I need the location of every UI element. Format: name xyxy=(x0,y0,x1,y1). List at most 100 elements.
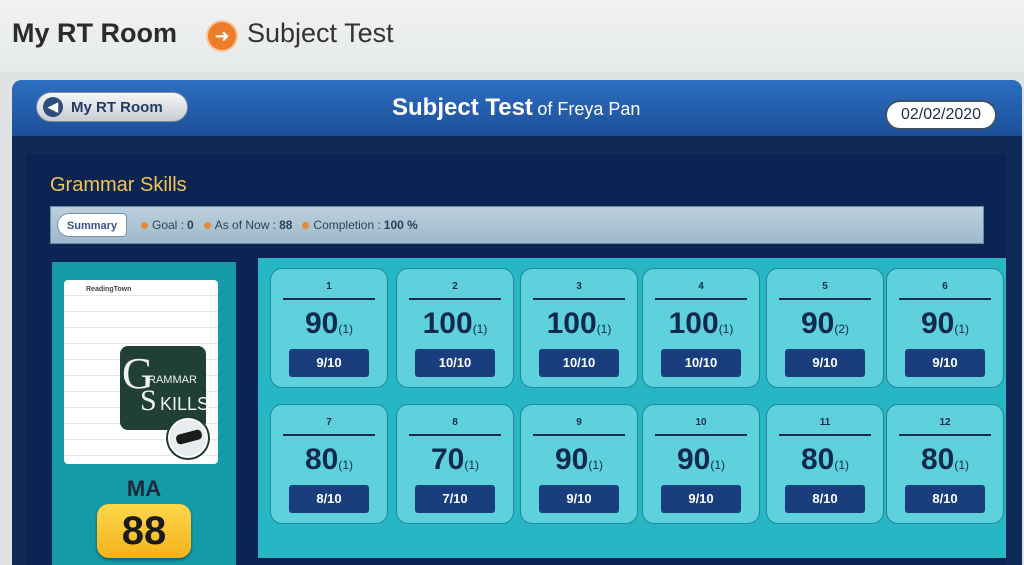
divider xyxy=(655,298,747,300)
skill-card: ReadingTown G RAMMAR S KILLS xyxy=(64,280,218,464)
test-number: 4 xyxy=(698,281,704,292)
logo-line2: KILLS xyxy=(160,394,210,414)
test-number: 6 xyxy=(942,281,948,292)
divider xyxy=(655,434,747,436)
score-value: 90 xyxy=(554,443,589,476)
test-number: 7 xyxy=(326,417,332,428)
test-score: 100(1) xyxy=(521,307,637,341)
skill-panel: ReadingTown G RAMMAR S KILLS MA 88 xyxy=(52,262,236,565)
score-value: 90 xyxy=(800,307,835,340)
user-initials: MA xyxy=(126,476,162,501)
divider xyxy=(899,434,991,436)
correct-fraction-button[interactable]: 9/10 xyxy=(785,349,865,377)
content-area: Grammar Skills Summary Goal : 0 As of No… xyxy=(26,154,1006,565)
test-tile[interactable]: 6 90(1) 9/10 xyxy=(886,268,1004,388)
overall-score-badge: 88 xyxy=(97,504,191,558)
test-score: 90(1) xyxy=(271,307,387,341)
breadcrumb-root[interactable]: My RT Room xyxy=(12,18,177,49)
bullet-icon xyxy=(302,221,310,229)
attempt-count: (1) xyxy=(710,458,726,472)
as-of-now-label: As of Now : xyxy=(214,218,277,232)
arrow-left-icon: ◀ xyxy=(43,97,63,117)
chevron-right-icon: ➜ xyxy=(208,22,236,50)
correct-fraction-button[interactable]: 10/10 xyxy=(415,349,495,377)
test-score: 90(1) xyxy=(887,307,1003,341)
test-score: 90(1) xyxy=(521,443,637,477)
correct-fraction-button[interactable]: 8/10 xyxy=(905,485,985,513)
divider xyxy=(533,434,625,436)
correct-fraction-button[interactable]: 9/10 xyxy=(289,349,369,377)
correct-fraction-button[interactable]: 9/10 xyxy=(661,485,741,513)
score-value: 80 xyxy=(920,443,955,476)
completion-value: 100 % xyxy=(383,218,418,232)
attempt-count: (2) xyxy=(834,322,850,336)
correct-fraction-button[interactable]: 8/10 xyxy=(289,485,369,513)
test-number: 8 xyxy=(452,417,458,428)
test-number: 9 xyxy=(576,417,582,428)
attempt-count: (1) xyxy=(338,322,354,336)
correct-fraction-button[interactable]: 8/10 xyxy=(785,485,865,513)
summary-tab[interactable]: Summary xyxy=(57,213,127,237)
attempt-count: (1) xyxy=(596,322,612,336)
test-number: 12 xyxy=(939,417,951,428)
date-badge: 02/02/2020 xyxy=(885,100,997,130)
test-tile[interactable]: 9 90(1) 9/10 xyxy=(520,404,638,524)
divider xyxy=(899,298,991,300)
test-score: 90(1) xyxy=(643,443,759,477)
test-tile[interactable]: 10 90(1) 9/10 xyxy=(642,404,760,524)
test-tile[interactable]: 4 100(1) 10/10 xyxy=(642,268,760,388)
student-name: of Freya Pan xyxy=(537,99,641,119)
test-tile[interactable]: 8 70(1) 7/10 xyxy=(396,404,514,524)
divider xyxy=(409,434,501,436)
completion-stat: Completion : 100 % xyxy=(302,218,418,232)
as-of-now-value: 88 xyxy=(279,218,293,232)
correct-fraction-button[interactable]: 10/10 xyxy=(661,349,741,377)
test-score: 80(1) xyxy=(271,443,387,477)
section-title: Grammar Skills xyxy=(50,174,187,196)
divider xyxy=(283,298,375,300)
page-title: Subject Test of Freya Pan xyxy=(392,94,640,122)
test-number: 3 xyxy=(576,281,582,292)
score-value: 80 xyxy=(304,443,339,476)
bullet-icon xyxy=(141,221,148,229)
test-tile[interactable]: 3 100(1) 10/10 xyxy=(520,268,638,388)
page-header: My RT Room ➜ Subject Test xyxy=(0,0,1024,72)
score-value: 90 xyxy=(676,443,711,476)
goal-label: Goal : xyxy=(152,218,185,232)
as-of-now-stat: As of Now : 88 xyxy=(203,218,293,232)
logo-s: S xyxy=(140,384,157,417)
test-tile[interactable]: 11 80(1) 8/10 xyxy=(766,404,884,524)
score-value: 90 xyxy=(920,307,955,340)
test-tile[interactable]: 5 90(2) 9/10 xyxy=(766,268,884,388)
score-value: 100 xyxy=(422,307,473,340)
divider xyxy=(779,434,871,436)
test-tile[interactable]: 12 80(1) 8/10 xyxy=(886,404,1004,524)
attempt-count: (1) xyxy=(464,458,480,472)
test-tile[interactable]: 1 90(1) 9/10 xyxy=(270,268,388,388)
correct-fraction-button[interactable]: 7/10 xyxy=(415,485,495,513)
correct-fraction-button[interactable]: 9/10 xyxy=(539,485,619,513)
attempt-count: (1) xyxy=(338,458,354,472)
test-number: 5 xyxy=(822,281,828,292)
test-number: 1 xyxy=(326,281,332,292)
test-number: 11 xyxy=(819,417,831,428)
correct-fraction-button[interactable]: 9/10 xyxy=(905,349,985,377)
test-score: 100(1) xyxy=(643,307,759,341)
attempt-count: (1) xyxy=(834,458,850,472)
pen-icon xyxy=(168,418,208,458)
bullet-icon xyxy=(203,221,211,229)
test-tile[interactable]: 2 100(1) 10/10 xyxy=(396,268,514,388)
test-score: 70(1) xyxy=(397,443,513,477)
card-logo: ReadingTown xyxy=(86,286,132,293)
correct-fraction-button[interactable]: 10/10 xyxy=(539,349,619,377)
score-value: 100 xyxy=(546,307,597,340)
attempt-count: (1) xyxy=(718,322,734,336)
test-score: 90(2) xyxy=(767,307,883,341)
back-button[interactable]: ◀ My RT Room xyxy=(36,92,188,122)
divider xyxy=(283,434,375,436)
test-tile[interactable]: 7 80(1) 8/10 xyxy=(270,404,388,524)
test-number: 10 xyxy=(695,417,707,428)
app-frame: ◀ My RT Room Subject Test of Freya Pan 0… xyxy=(12,80,1022,565)
back-button-label: My RT Room xyxy=(71,98,163,116)
test-score: 80(1) xyxy=(767,443,883,477)
